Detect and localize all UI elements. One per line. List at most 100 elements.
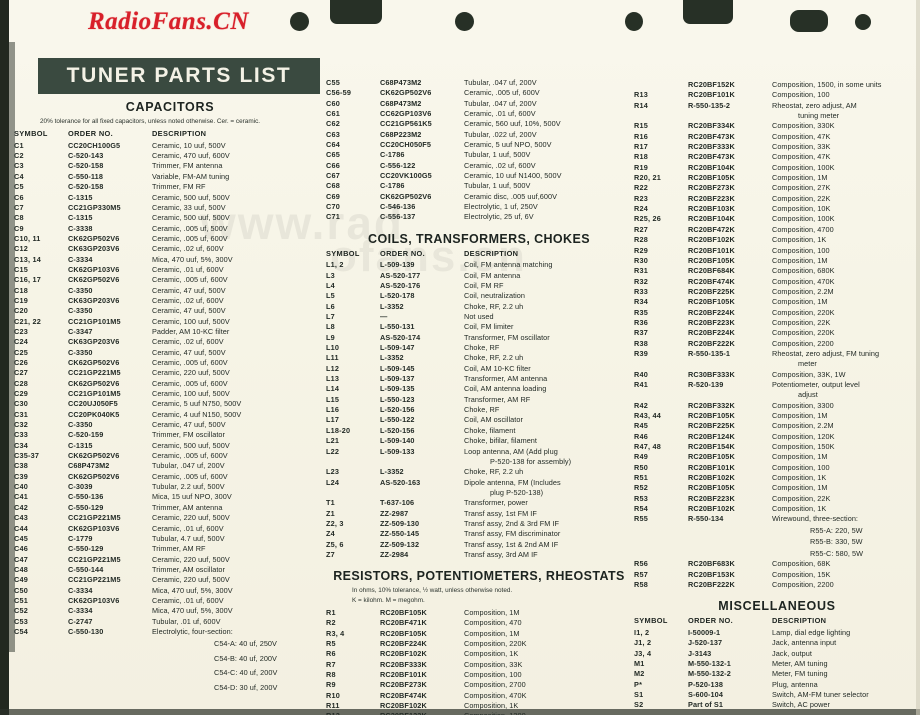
part-description: Dipole antenna, FM (Includes [464,477,561,487]
part-description: Tubular, .022 uf, 200V [464,129,537,139]
table-row: R23 RC20BF223K Composition, 22K [634,194,920,204]
part-order-number: RC20BF223K [688,493,735,503]
part-symbol: C10, 11 [14,233,41,243]
part-description-continued: meter [798,359,817,369]
resistors-cont-r14: tuning meter [634,111,920,121]
part-description-continued: tuning meter [798,111,840,121]
table-row: R17 RC20BF333K Composition, 33K [634,142,920,152]
part-order-number: C-1779 [68,533,93,543]
table-row: R58 RC20BF222K Composition, 2200 [634,580,920,590]
part-description: Mica, 470 uuf, 5%, 300V [152,254,233,264]
part-description: Tubular, 1 uuf, 500V [464,150,531,160]
table-row: C44 CK62GP103V6 Ceramic, .01 uf, 600V [14,524,326,534]
part-description: Trimmer, AM RF [152,544,206,554]
punch-hole [290,12,309,31]
table-row: R47, 48 RC20BF154K Composition, 150K [634,442,920,452]
part-order-number: CK62GP502V6 [68,451,120,461]
part-symbol: C18 [14,285,28,295]
table-row: R41 R-520-139 Potentiometer, output level [634,380,920,390]
part-order-number: RC20BF223K [688,193,735,203]
part-description: Transformer, FM oscillator [464,332,550,342]
part-symbol: L17 [326,415,340,425]
part-symbol: S1 [634,689,644,699]
table-row: L12 L-509-145 Coil, AM 10-KC filter [326,364,632,374]
part-symbol: R33 [634,286,648,296]
part-order-number [68,652,152,667]
part-description: Transf assy, 1st & 2nd AM IF [464,539,559,549]
table-row: C56-59 CK62GP502V6 Ceramic, .005 uf, 600V [326,88,632,98]
part-symbol: C21, 22 [14,316,41,326]
table-row: R54 RC20BF102K Composition, 1K [634,504,920,514]
table-row: L7 — Not used [326,312,632,322]
part-description: Composition, 47K [772,131,831,141]
part-symbol: R2 [326,618,336,628]
part-order-number: ZZ-509-132 [380,539,420,549]
table-row: Z7 ZZ-2984 Transf assy, 3rd AM IF [326,550,632,560]
table-row: C39 CK62GP502V6 Ceramic, .005 uf, 600V [14,472,326,482]
part-symbol: C66 [326,160,340,170]
part-order-number: P-520-138 [688,679,723,689]
part-order-number: C-550-144 [68,564,104,574]
part-symbol: C62 [326,119,340,129]
part-symbol: C46 [14,544,28,554]
part-symbol: L8 [326,322,335,332]
table-row: R32 RC20BF474K Composition, 470K [634,277,920,287]
part-subitem-description: C54-A: 40 uf, 250V [214,639,277,649]
table-row: C6 C-1315 Ceramic, 500 uuf, 500V [14,193,326,203]
part-symbol: R5 [326,638,336,648]
table-row: R37 RC20BF224K Composition, 220K [634,328,920,338]
section-title-capacitors: CAPACITORS [125,100,215,114]
capacitors-subitems-table: C54-A: 40 uf, 250V C54-B: 40 uf, 200V C54-… [14,637,326,695]
part-description: Plug, antenna [772,679,818,689]
part-symbol: R23 [634,193,648,203]
part-description: Ceramic, .01 uf, 600V [152,264,224,274]
table-row: R3, 4 RC20BF105K Composition, 1M [326,629,632,639]
part-order-number: C-1786 [380,181,405,191]
part-description: Composition, 470 [464,618,522,628]
table-row: J3, 4 J-3143 Jack, output [634,649,920,659]
part-order-number: CC20CH100G5 [68,140,121,150]
part-order-number: AS-520-176 [380,281,421,290]
misc-table: SYMBOL ORDER NO. DESCRIPTION I1, 2 I-5000… [634,616,920,710]
part-description: Coil, AM oscillator [464,415,523,425]
part-description-continued: adjust [798,390,818,400]
part-order-number: C-550-136 [68,492,104,502]
table-row: L6 L-3352 Choke, RF, 2.2 uh [326,302,632,312]
part-order-number [688,548,772,560]
part-symbol: R40 [634,369,648,379]
table-row: R19 RC20BF104K Composition, 100K [634,163,920,173]
part-symbol: C53 [14,616,28,626]
resistors-note-1: In ohms, 10% tolerance, ½ watt, unless o… [352,587,513,595]
part-description: Rheostat, zero adjust, FM tuning [772,348,880,358]
part-description: Ceramic, 220 uuf, 500V [152,575,230,585]
part-order-number: C-3350 [68,420,93,430]
part-description: Composition, 1K [772,235,827,245]
part-order-number: RC20BF273K [380,680,427,690]
part-symbol: C35-37 [14,451,40,461]
part-symbol: R31 [634,266,648,276]
part-order-number: RC20BF105K [688,297,735,307]
part-order-number: CK62GP502V6 [68,471,120,481]
table-row: R50 RC20BF101K Composition, 100 [634,463,920,473]
part-order-number: RC20BF101K [688,462,735,472]
part-order-number: C-556-137 [380,212,416,222]
part-order-number: RC20BF105K [380,607,427,617]
part-order-number: CK62GP502V6 [380,191,432,201]
part-description: Composition, 22K [772,193,831,203]
table-row: R39 R-550-135-1 Rheostat, zero adjust, FM … [634,349,920,359]
part-symbol: R53 [634,493,648,503]
part-symbol: L14 [326,384,340,394]
part-symbol: M1 [634,658,645,668]
table-row: R15 RC20BF334K Composition, 330K [634,121,920,131]
table-row-subitem: C54-D: 30 uf, 200V [14,681,326,696]
part-order-number: CK62GP502V6 [68,378,120,388]
coils-rows-3: T1 T-637-106 Transformer, power Z1 ZZ-2987 Tr… [326,498,632,560]
table-row: R20, 21 RC20BF105K Composition, 1M [634,173,920,183]
part-order-number: C-3334 [68,585,93,595]
part-order-number: RC20BF102K [688,504,735,514]
watermark-radiofans: RadioFans.CN [88,8,249,35]
part-order-number: RC20BF105K [688,411,735,420]
table-row: C34 C-1315 Ceramic, 500 uuf, 500V [14,441,326,451]
misc-rows: I1, 2 I-50009-1 Lamp, dial edge lighting J1… [634,628,920,711]
part-order-number: L-509-145 [380,363,415,373]
